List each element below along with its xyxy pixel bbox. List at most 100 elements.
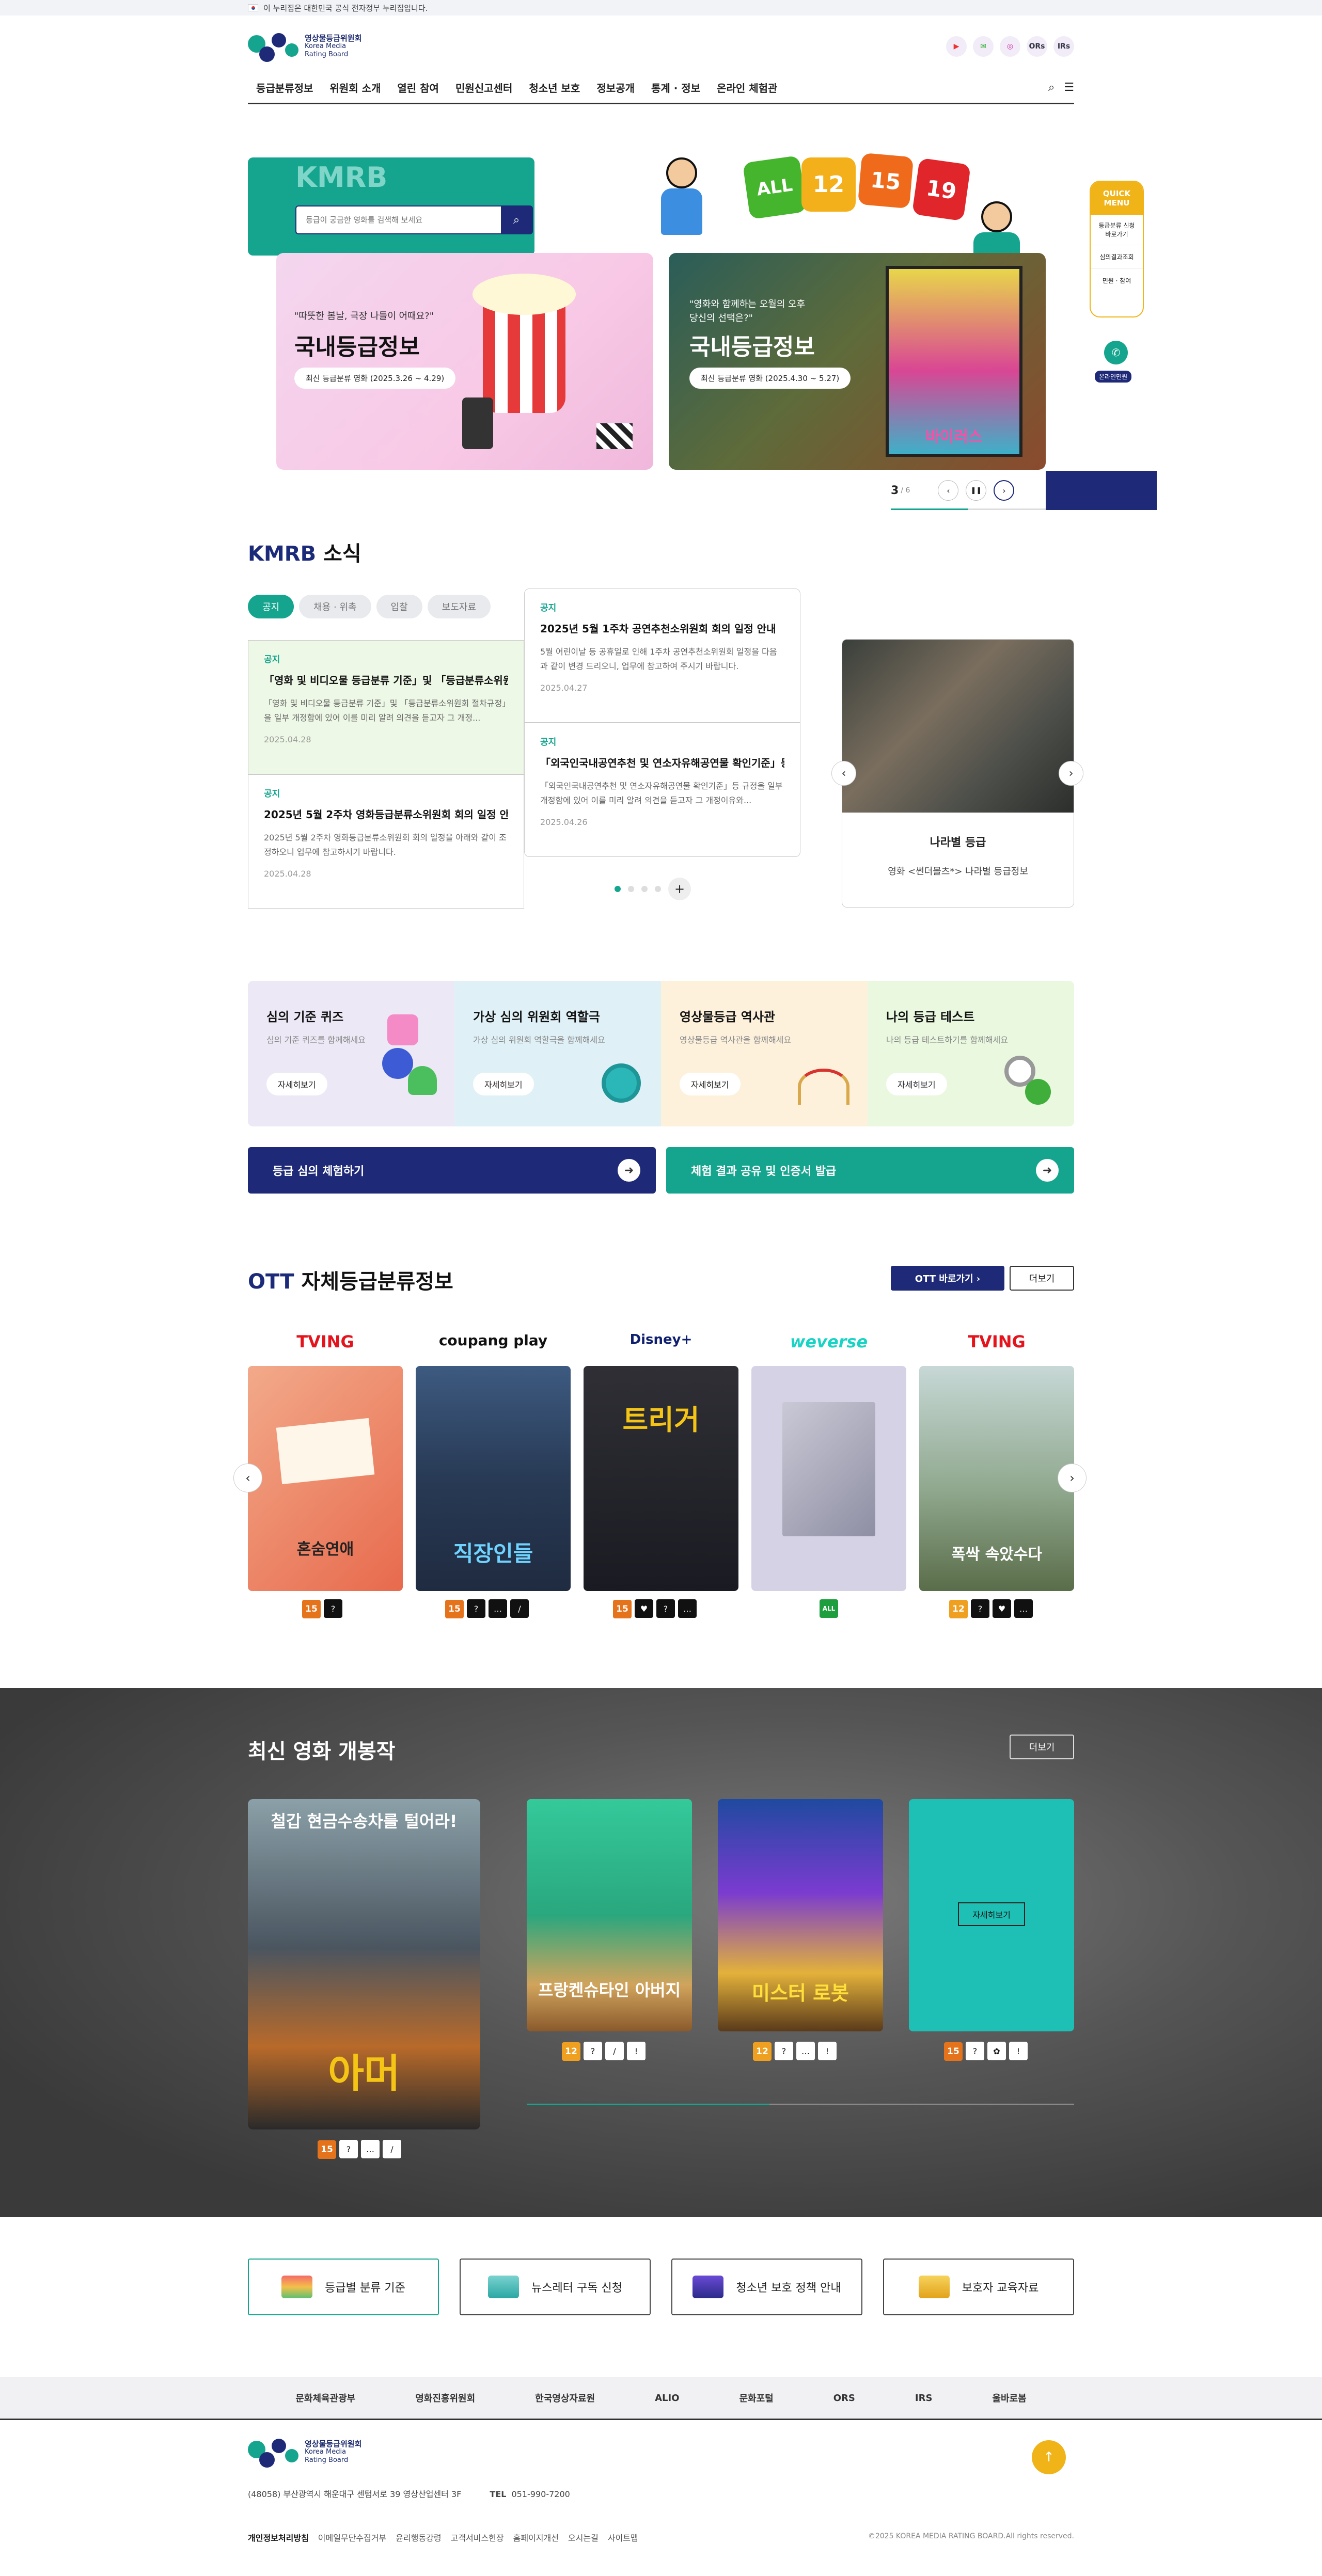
ott-prev-button[interactable]: ‹ [233,1464,262,1492]
footer-link[interactable]: 문화체육관광부 [295,2391,355,2405]
nav-online[interactable]: 온라인 체험관 [717,80,777,95]
dot-active[interactable] [615,886,621,892]
character-icon [1025,1079,1051,1105]
experience-test[interactable]: 나의 등급 테스트 나의 등급 테스트하기를 함께해세요 자세히보기 [868,981,1074,1126]
header: 영상물등급위원회 Korea Media Rating Board ▶ ✉ ◎ OR… [248,28,1074,70]
policy-link[interactable]: 이메일무단수집거부 [318,2531,386,2543]
movie-poster[interactable]: 프랑켄슈타인 아버지 [527,1799,692,2031]
nav-complaint[interactable]: 민원신고센터 [455,80,512,95]
prev-slide-button[interactable]: ‹ [938,480,959,501]
movie-poster-overlay[interactable]: 자세히보기 [909,1799,1074,2031]
tab-bid[interactable]: 입찰 [376,595,422,618]
quick-item-civil[interactable]: 민원 · 참여 [1091,269,1143,292]
nav-rating-info[interactable]: 등급분류정보 [256,80,313,95]
ott-poster[interactable]: 혼숨연애 [248,1366,403,1591]
youth-policy-button[interactable]: 청소년 보호 정책 안내 [671,2259,862,2315]
tab-recruit[interactable]: 채용 · 위촉 [299,595,371,618]
hero-slide-2[interactable]: "영화와 함께하는 오월의 오후 당신의 선택은?" 국내등급정보 최신 등급분… [669,253,1046,470]
policy-link[interactable]: 사이트맵 [608,2531,638,2543]
footer-link[interactable]: IRS [915,2393,933,2404]
next-slide-button[interactable]: › [994,480,1015,501]
tab-notice[interactable]: 공지 [248,595,294,618]
ott-poster[interactable]: 트리거 [584,1366,738,1591]
ors-link[interactable]: ORs [1027,36,1047,57]
ott-poster[interactable]: 직장인들 [416,1366,571,1591]
dot[interactable] [655,886,661,892]
movie-poster[interactable]: 미스터 로봇 [718,1799,883,2031]
nav-about[interactable]: 위원회 소개 [329,80,381,95]
hero-slide-1[interactable]: "따뜻한 봄날, 극장 나들이 어때요?" 국내등급정보 최신 등급분류 영화 … [276,253,653,470]
gov-banner: 이 누리집은 대한민국 공식 전자정부 누리집입니다. [0,0,1322,15]
logo[interactable]: 영상물등급위원회 Korea Media Rating Board [248,28,372,65]
tab-press[interactable]: 보도자료 [427,595,491,618]
blog-icon[interactable]: ✉ [973,36,994,57]
quick-item-result[interactable]: 심의결과조회 [1091,245,1143,269]
rating-experience-button[interactable]: 등급 심의 체험하기 ➜ [248,1147,656,1194]
policy-link[interactable]: 오시는길 [568,2531,599,2543]
envelope-icon [488,2276,520,2298]
poster-title: 미스터 로봇 [751,1982,849,2005]
dot[interactable] [641,886,648,892]
certificate-button[interactable]: 체험 결과 공유 및 인증서 발급 ➜ [666,1147,1074,1194]
nav-participation[interactable]: 열린 참여 [397,80,439,95]
menu-icon[interactable]: ☰ [1064,81,1074,94]
quick-menu-header: QUICK MENU [1091,182,1143,215]
ott-next-button[interactable]: › [1058,1464,1087,1492]
footer-link[interactable]: 문화포털 [739,2391,774,2405]
irs-link[interactable]: IRs [1053,36,1074,57]
youtube-icon[interactable]: ▶ [946,36,967,57]
poster-title: 직장인들 [453,1541,533,1566]
ott-poster[interactable] [751,1366,906,1591]
footer-link[interactable]: ALIO [655,2393,679,2404]
fear-icon: ! [627,2042,646,2060]
pause-button[interactable]: ❚❚ [966,480,987,501]
instagram-icon[interactable]: ◎ [1000,36,1020,57]
violence-icon: / [510,1599,529,1618]
nav-stats[interactable]: 통계 · 정보 [651,80,700,95]
scroll-top-button[interactable]: ↑ [1032,2440,1066,2474]
experience-history[interactable]: 영상물등급 역사관 영상물등급 역사관을 함께해세요 자세히보기 [661,981,868,1126]
policy-link[interactable]: 고객서비스헌장 [451,2531,504,2543]
news-card[interactable]: 공지 「외국인국내공연추천 및 연소자유해공연물 확인기준」등... 「외국인국… [524,723,800,857]
news-card[interactable]: 공지 2025년 5월 2주차 영화등급분류소위원회 회의 일정 안내 2025… [248,774,524,909]
privacy-policy-link[interactable]: 개인정보처리방침 [248,2531,309,2543]
nav-youth[interactable]: 청소년 보호 [529,80,580,95]
hero-character-right [981,201,1012,232]
search-button[interactable]: ⌕ [501,206,532,233]
experience-quiz[interactable]: 심의 기준 퀴즈 심의 기준 퀴즈를 함께해세요 자세히보기 [248,981,454,1126]
feature-card[interactable]: 나라별 등급 영화 <썬더볼츠*> 나라별 등급정보 [842,639,1074,908]
rating-criteria-button[interactable]: 등급별 분류 기준 [248,2259,439,2315]
search-icon[interactable]: ⌕ [1048,81,1055,94]
more-news-button[interactable]: + [668,878,691,900]
ott-more-button[interactable]: 더보기 [1010,1266,1074,1291]
detail-button[interactable]: 자세히보기 [473,1073,534,1095]
footer-link[interactable]: 울바로봄 [992,2391,1026,2405]
ott-poster[interactable]: 폭싹 속았수다 [919,1366,1074,1591]
dot[interactable] [628,886,634,892]
main-movie-poster[interactable]: 철갑 현금수송차를 털어라! 아머 [248,1799,480,2129]
movies-more-button[interactable]: 더보기 [1010,1735,1074,1759]
feature-prev-button[interactable]: ‹ [831,761,856,786]
newsletter-button[interactable]: 뉴스레터 구독 신청 [460,2259,651,2315]
logo-mark-icon [248,31,300,62]
feature-next-button[interactable]: › [1059,761,1083,786]
policy-link[interactable]: 윤리행동강령 [396,2531,441,2543]
footer-link[interactable]: 한국영상자료원 [535,2391,595,2405]
footer-link[interactable]: 영화진흥위원회 [415,2391,475,2405]
ott-go-button[interactable]: OTT 바로가기 › [891,1266,1004,1291]
movies-section: 최신 영화 개봉작 더보기 철갑 현금수송차를 털어라! 아머 15?… / 프랑… [0,1688,1322,2217]
detail-button[interactable]: 자세히보기 [680,1073,741,1095]
detail-button[interactable]: 자세히보기 [886,1073,947,1095]
news-card[interactable]: 공지 2025년 5월 1주차 공연추천소위원회 회의 일정 안내 5월 어린이… [524,589,800,723]
news-card[interactable]: 공지 「영화 및 비디오물 등급분류 기준」및 「등급분류소위원회... 「영화… [248,640,524,774]
experience-roleplay[interactable]: 가상 심의 위원회 역할극 가상 심의 위원회 역할극을 함께해세요 자세히보기 [454,981,661,1126]
policy-link[interactable]: 홈페이지개선 [513,2531,559,2543]
quick-item-apply[interactable]: 등급분류 신청 바로가기 [1091,215,1143,245]
chat-button[interactable]: ✆ [1104,341,1128,364]
hero-search-input[interactable] [296,206,501,233]
footer-link[interactable]: ORS [833,2393,855,2404]
guardian-material-button[interactable]: 보호자 교육자료 [883,2259,1074,2315]
nav-disclosure[interactable]: 정보공개 [596,80,635,95]
detail-button[interactable]: 자세히보기 [266,1073,327,1095]
detail-button[interactable]: 자세히보기 [958,1902,1025,1926]
